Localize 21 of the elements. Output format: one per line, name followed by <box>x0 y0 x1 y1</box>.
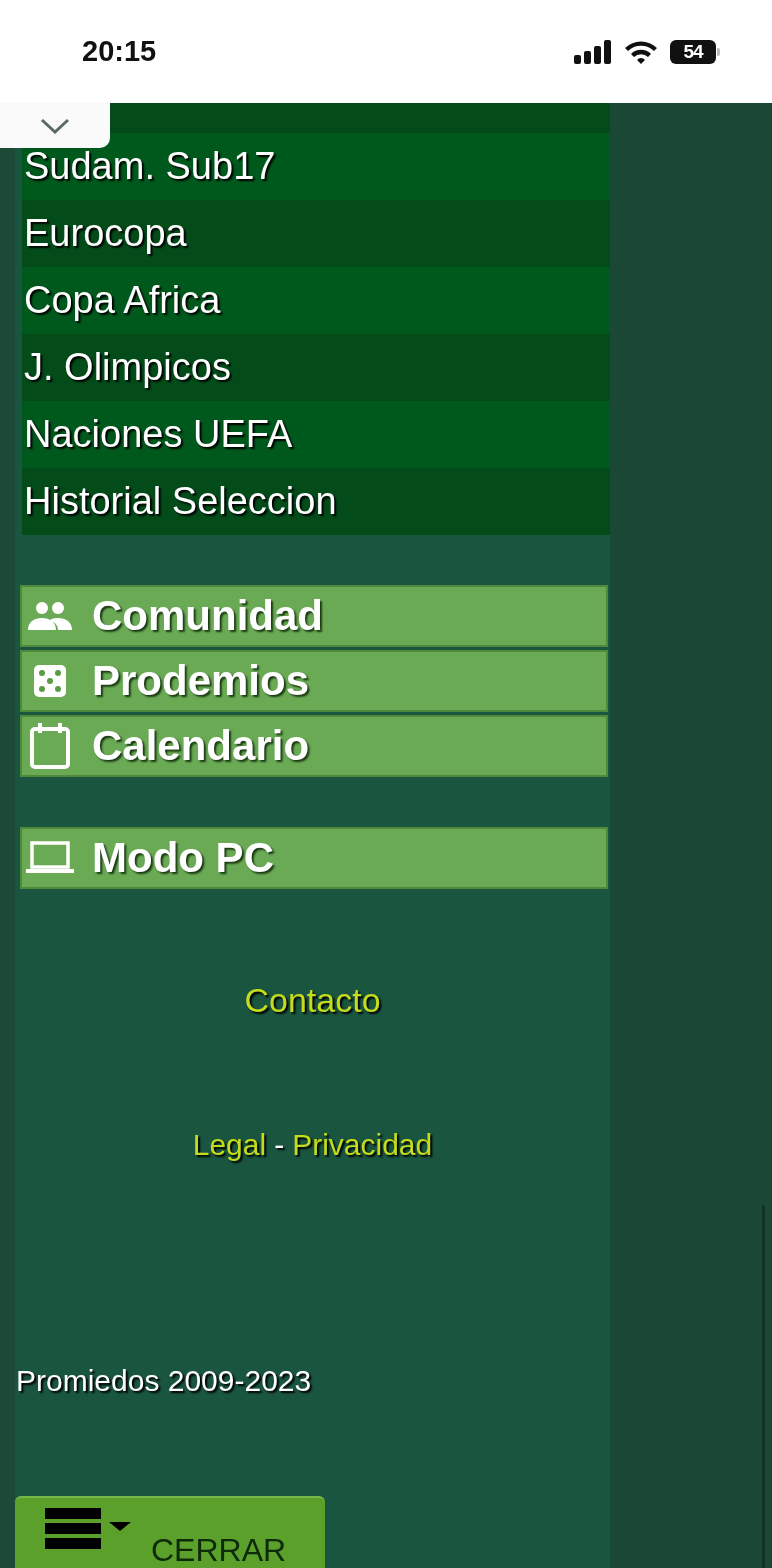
signal-icon <box>574 39 612 64</box>
menu-item[interactable]: J. Olimpicos <box>22 334 610 401</box>
people-icon <box>26 600 74 632</box>
menu-item[interactable]: Eurocopa <box>22 200 610 267</box>
collapse-tab[interactable] <box>0 103 110 148</box>
menu-item[interactable]: Sudam. Sub17 <box>22 133 610 200</box>
contact-link[interactable]: Contacto <box>244 981 381 1020</box>
menu-item[interactable]: Copa Africa <box>22 267 610 334</box>
menu-item[interactable]: Naciones UEFA <box>22 401 610 468</box>
separator: - <box>274 1128 285 1162</box>
menu-item[interactable]: Historial Seleccion <box>22 468 610 535</box>
close-menu-button[interactable]: CERRAR <box>15 1496 325 1568</box>
dice-icon <box>32 663 68 699</box>
clock: 20:15 <box>82 35 157 68</box>
copyright-text: Promiedos 2009-2023 <box>16 1364 312 1398</box>
legal-link[interactable]: Legal <box>192 1128 267 1162</box>
privacy-link[interactable]: Privacidad <box>292 1128 433 1162</box>
calendar-icon <box>29 722 71 770</box>
wifi-icon <box>624 39 658 64</box>
laptop-icon <box>25 840 75 876</box>
chevron-down-icon <box>40 117 70 134</box>
